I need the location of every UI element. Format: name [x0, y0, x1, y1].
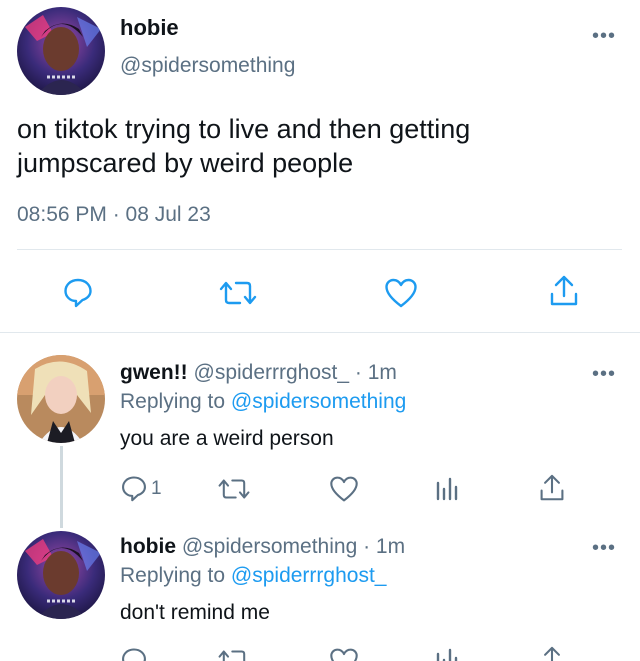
tweet-text-line2: jumpscared by weird people [17, 148, 354, 178]
divider [17, 249, 622, 250]
reply-handle[interactable]: @spiderrrghost_ [194, 361, 350, 384]
thread-line [60, 446, 63, 528]
share-icon[interactable] [539, 473, 565, 503]
reply-text: don't remind me [120, 601, 270, 624]
replying-to: Replying to @spidersomething [120, 390, 406, 414]
retweet-icon[interactable] [217, 647, 251, 661]
reply-count: 1 [151, 478, 162, 499]
reply-icon[interactable] [62, 276, 94, 308]
more-icon[interactable]: ••• [592, 364, 616, 384]
replying-to-link[interactable]: @spiderrrghost_ [231, 564, 387, 587]
replying-to-link[interactable]: @spidersomething [231, 390, 406, 413]
replying-to: Replying to @spiderrrghost_ [120, 564, 386, 588]
reply-header: hobie @spidersomething · 1m [120, 535, 405, 559]
replying-to-prefix: Replying to [120, 564, 226, 587]
main-display-name[interactable]: hobie [120, 15, 179, 41]
avatar-hobie[interactable] [17, 531, 105, 619]
reply-display-name[interactable]: hobie [120, 535, 176, 558]
reply-header: gwen!! @spiderrrghost_ · 1m [120, 361, 397, 385]
analytics-icon[interactable] [435, 646, 459, 661]
reply-display-name[interactable]: gwen!! [120, 361, 188, 384]
divider [0, 332, 640, 333]
reply-time[interactable]: · 1m [363, 535, 405, 558]
avatar-hobie[interactable] [17, 7, 105, 95]
reply-handle[interactable]: @spidersomething [182, 535, 357, 558]
tweet-text-line1: on tiktok trying to live and then gettin… [17, 114, 471, 144]
reply-time[interactable]: · 1m [355, 361, 397, 384]
reply-icon[interactable] [120, 474, 148, 502]
reply-icon[interactable] [120, 646, 148, 661]
share-icon[interactable] [549, 274, 579, 308]
avatar-gwen[interactable] [17, 355, 105, 443]
share-icon[interactable] [539, 645, 565, 661]
tweet-timestamp[interactable]: 08:56 PM · 08 Jul 23 [17, 203, 211, 227]
retweet-icon[interactable] [218, 278, 258, 308]
like-icon[interactable] [329, 647, 359, 661]
more-icon[interactable]: ••• [592, 538, 616, 558]
analytics-icon[interactable] [435, 475, 459, 501]
like-icon[interactable] [384, 277, 418, 309]
replying-to-prefix: Replying to [120, 390, 226, 413]
more-icon[interactable]: ••• [592, 26, 616, 46]
reply-text: you are a weird person [120, 427, 334, 450]
like-icon[interactable] [329, 475, 359, 503]
retweet-icon[interactable] [217, 476, 251, 502]
main-handle[interactable]: @spidersomething [120, 54, 295, 78]
